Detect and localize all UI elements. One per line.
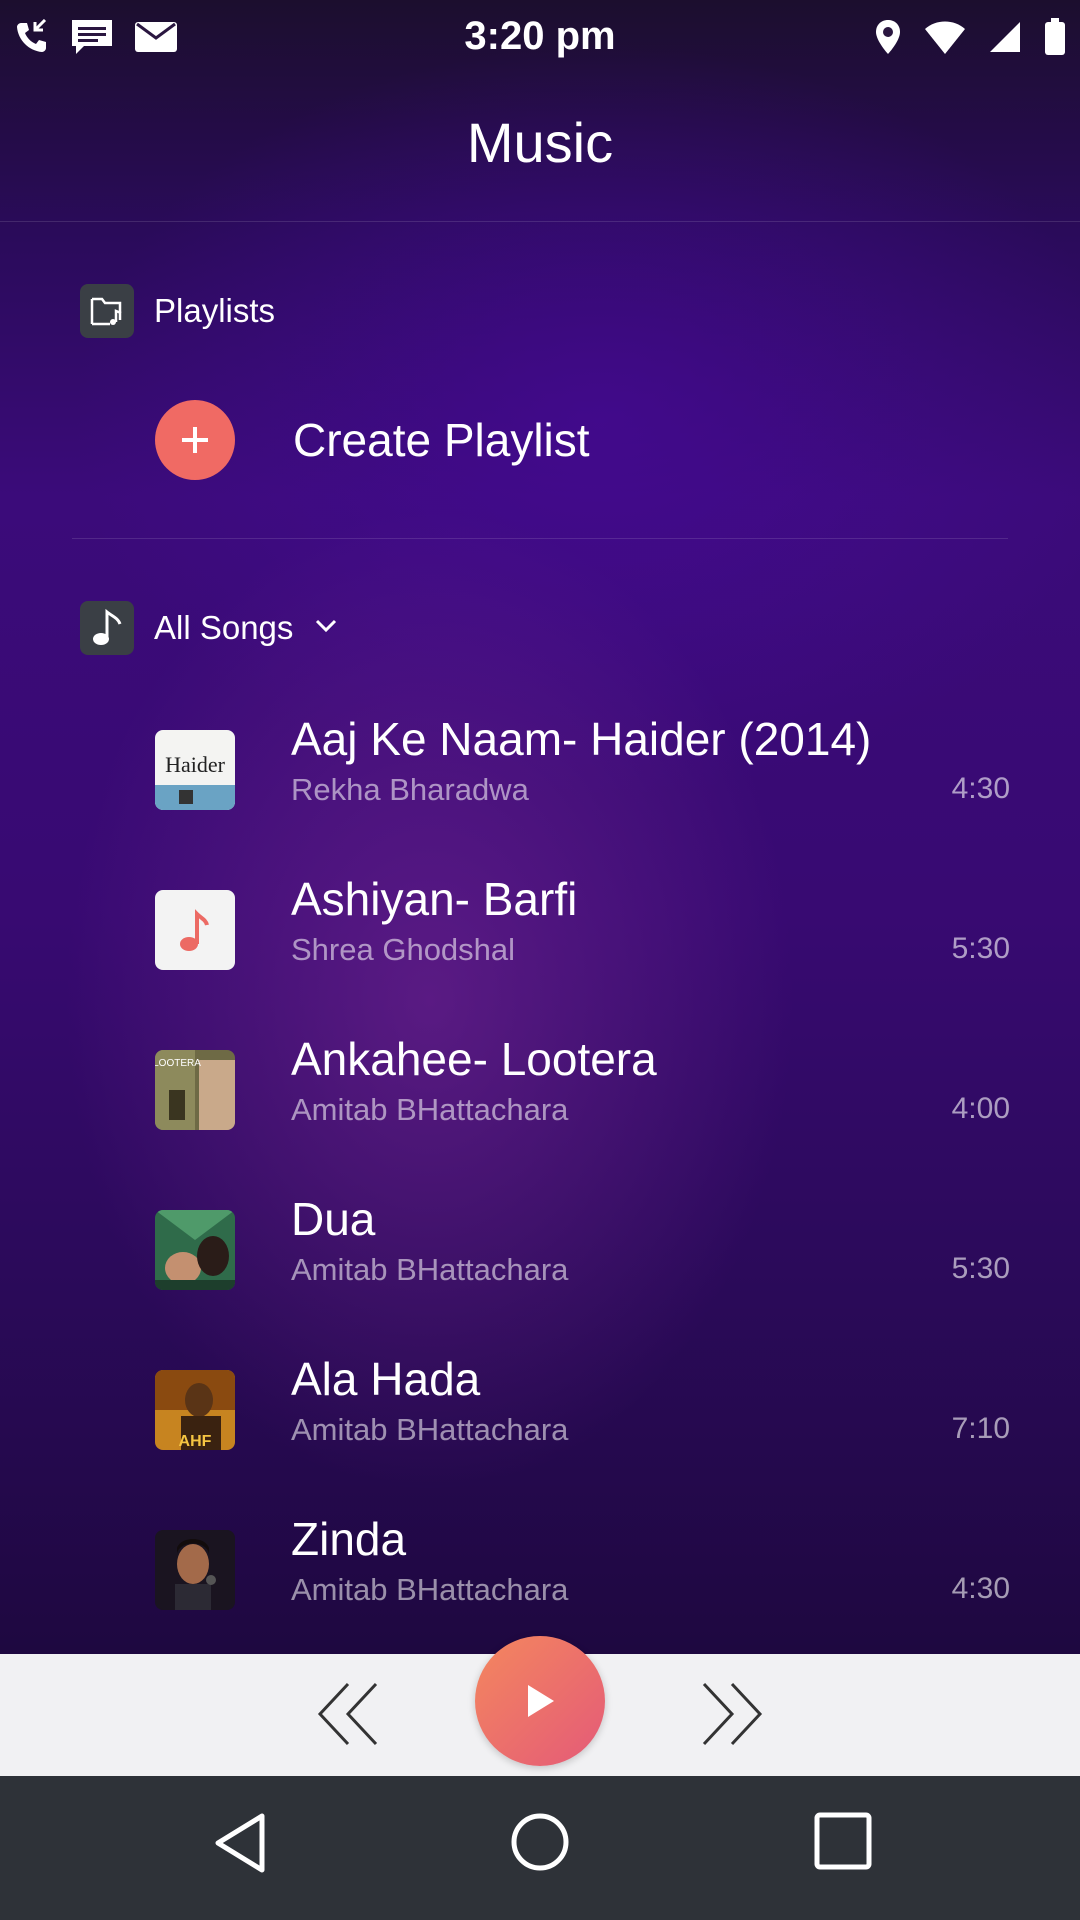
song-duration: 4:30 (951, 1572, 1010, 1605)
song-row[interactable]: Haider Aaj Ke Naam- Haider (2014) Rekha … (155, 712, 1010, 832)
chevron-down-icon (315, 619, 337, 638)
create-playlist-label: Create Playlist (293, 414, 590, 466)
album-art: AHF (155, 1370, 235, 1450)
song-row[interactable]: Dua Amitab BHattachara 5:30 (155, 1192, 1010, 1312)
playlist-folder-icon (80, 284, 134, 338)
all-songs-dropdown[interactable]: All Songs (80, 601, 337, 655)
song-row[interactable]: Zinda Amitab BHattachara 4:30 (155, 1512, 1010, 1632)
album-art: LOOTERA (155, 1050, 235, 1130)
signal-icon (988, 20, 1022, 59)
album-art (155, 890, 235, 970)
home-button[interactable] (510, 1812, 570, 1877)
playlists-section-header[interactable]: Playlists (80, 284, 275, 338)
album-art-text: Haider (165, 752, 226, 777)
rewind-button[interactable] (316, 1680, 380, 1753)
song-artist: Amitab BHattachara (291, 1572, 569, 1607)
recents-button[interactable] (814, 1812, 872, 1875)
song-row[interactable]: Ashiyan- Barfi Shrea Ghodshal 5:30 (155, 872, 1010, 992)
back-button[interactable] (212, 1812, 268, 1879)
song-duration: 4:30 (951, 772, 1010, 805)
app-header: Music (0, 72, 1080, 222)
location-icon (874, 18, 902, 61)
song-artist: Shrea Ghodshal (291, 932, 516, 967)
album-art-text: LOOTERA (155, 1058, 201, 1069)
song-duration: 5:30 (951, 932, 1010, 965)
song-title: Ala Hada (291, 1353, 481, 1405)
song-artist: Amitab BHattachara (291, 1252, 569, 1287)
song-title: Dua (291, 1193, 376, 1245)
section-divider (72, 538, 1008, 539)
song-title: Zinda (291, 1513, 407, 1565)
song-title: Ankahee- Lootera (291, 1033, 657, 1085)
song-title: Aaj Ke Naam- Haider (2014) (291, 713, 872, 765)
status-bar: 3:20 pm (0, 0, 1080, 72)
song-row[interactable]: LOOTERA Ankahee- Lootera Amitab BHattach… (155, 1032, 1010, 1152)
album-art (155, 1530, 235, 1610)
play-icon (528, 1685, 554, 1717)
song-artist: Amitab BHattachara (291, 1092, 569, 1127)
music-screen: 3:20 pm Music Playlists Create Playlist … (0, 0, 1080, 1654)
system-nav-bar (0, 1776, 1080, 1920)
song-artist: Amitab BHattachara (291, 1412, 569, 1447)
page-title: Music (466, 111, 614, 174)
album-art-text: AHF (179, 1433, 212, 1450)
song-artist: Rekha Bharadwa (291, 772, 529, 807)
playlists-label: Playlists (154, 292, 276, 329)
plus-icon (155, 400, 235, 480)
song-duration: 5:30 (951, 1252, 1010, 1285)
home-icon (511, 1813, 569, 1871)
album-art: Haider (155, 730, 235, 810)
recents-icon (814, 1812, 872, 1870)
all-songs-label: All Songs (154, 609, 294, 646)
song-duration: 4:00 (951, 1092, 1010, 1125)
music-note-icon (80, 601, 134, 655)
create-playlist-button[interactable]: Create Playlist (155, 400, 590, 480)
song-title: Ashiyan- Barfi (291, 873, 578, 925)
play-button[interactable] (475, 1636, 605, 1766)
back-icon (215, 1813, 265, 1873)
battery-icon (1044, 18, 1066, 61)
song-row[interactable]: AHF Ala Hada Amitab BHattachara 7:10 (155, 1352, 1010, 1472)
rewind-icon (317, 1682, 378, 1746)
fast-forward-button[interactable] (700, 1680, 764, 1753)
album-art (155, 1210, 235, 1290)
wifi-icon (924, 19, 966, 60)
song-duration: 7:10 (951, 1412, 1010, 1445)
fast-forward-icon (702, 1682, 763, 1746)
